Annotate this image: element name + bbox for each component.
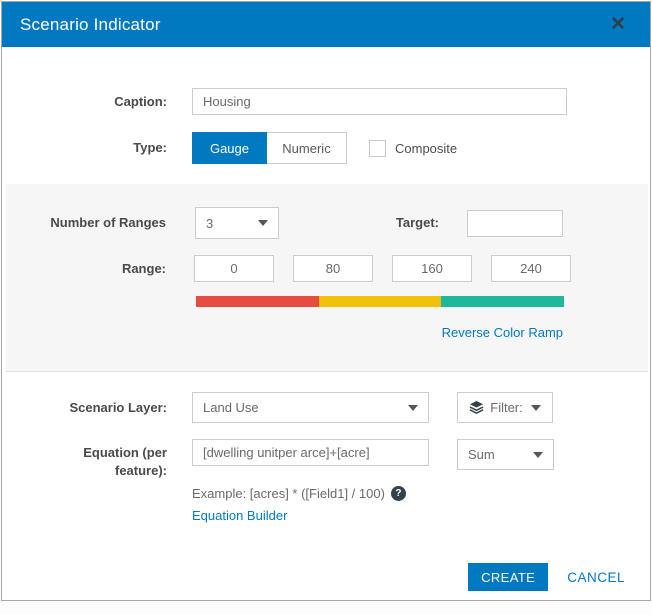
chevron-down-icon xyxy=(533,452,543,458)
caption-row: Caption: xyxy=(2,88,650,115)
target-label: Target: xyxy=(279,214,439,232)
filter-label: Filter: xyxy=(490,400,523,415)
type-row: Type: Gauge Numeric Composite xyxy=(2,132,650,164)
range-input-3[interactable] xyxy=(392,255,472,282)
scenario-layer-value: Land Use xyxy=(203,400,259,415)
type-segmented-control: Gauge Numeric xyxy=(192,132,347,164)
number-of-ranges-label: Number of Ranges xyxy=(6,214,166,232)
cancel-button[interactable]: CANCEL xyxy=(567,570,625,585)
number-of-ranges-select[interactable]: 3 xyxy=(195,207,279,239)
scenario-layer-row: Scenario Layer: Land Use Filter: xyxy=(2,392,650,423)
equation-input[interactable] xyxy=(192,439,429,466)
chevron-down-icon xyxy=(531,405,541,411)
range-row: Range: xyxy=(6,255,648,282)
range-input-1[interactable] xyxy=(194,255,274,282)
composite-checkbox[interactable] xyxy=(369,140,386,157)
scenario-indicator-dialog: Scenario Indicator ✕ Caption: Type: Gaug… xyxy=(1,1,651,601)
aggregation-value: Sum xyxy=(468,447,495,462)
composite-label: Composite xyxy=(395,141,457,156)
chevron-down-icon xyxy=(408,405,418,411)
dialog-title: Scenario Indicator xyxy=(20,15,161,35)
ramp-segment-red xyxy=(196,296,319,307)
chevron-down-icon xyxy=(258,220,268,226)
type-option-numeric[interactable]: Numeric xyxy=(267,132,347,164)
scenario-layer-label: Scenario Layer: xyxy=(2,399,167,417)
number-of-ranges-value: 3 xyxy=(206,216,213,231)
create-button[interactable]: CREATE xyxy=(468,563,548,591)
dialog-footer: CREATE CANCEL xyxy=(468,563,625,591)
reverse-color-ramp-link[interactable]: Reverse Color Ramp xyxy=(442,325,563,340)
caption-input[interactable] xyxy=(192,88,567,115)
equation-builder-link[interactable]: Equation Builder xyxy=(192,508,287,523)
color-ramp xyxy=(196,296,564,307)
aggregation-select[interactable]: Sum xyxy=(457,439,554,470)
scenario-layer-select[interactable]: Land Use xyxy=(192,392,429,423)
equation-example-text: Example: [acres] * ([Field1] / 100) xyxy=(192,486,385,501)
type-label: Type: xyxy=(2,139,167,157)
number-of-ranges-row: Number of Ranges 3 Target: xyxy=(6,207,648,239)
reverse-color-ramp-row: Reverse Color Ramp xyxy=(6,324,563,342)
equation-builder-row: Equation Builder xyxy=(192,507,650,525)
filter-button[interactable]: Filter: xyxy=(457,392,553,423)
range-input-2[interactable] xyxy=(293,255,373,282)
layers-icon xyxy=(469,400,484,415)
ranges-panel: Number of Ranges 3 Target: Range: Revers… xyxy=(6,184,648,372)
type-option-gauge[interactable]: Gauge xyxy=(192,132,267,164)
ramp-segment-yellow xyxy=(319,296,442,307)
close-icon[interactable]: ✕ xyxy=(604,13,632,36)
range-label: Range: xyxy=(6,260,166,278)
dialog-header: Scenario Indicator ✕ xyxy=(2,2,650,47)
target-input[interactable] xyxy=(467,210,563,237)
caption-label: Caption: xyxy=(2,93,167,111)
help-icon[interactable]: ? xyxy=(391,486,406,501)
equation-example-row: Example: [acres] * ([Field1] / 100) ? xyxy=(192,486,650,501)
equation-row: Equation (per feature): Sum xyxy=(2,439,650,479)
ramp-segment-green xyxy=(441,296,564,307)
range-input-4[interactable] xyxy=(491,255,571,282)
equation-label: Equation (per feature): xyxy=(2,439,167,479)
